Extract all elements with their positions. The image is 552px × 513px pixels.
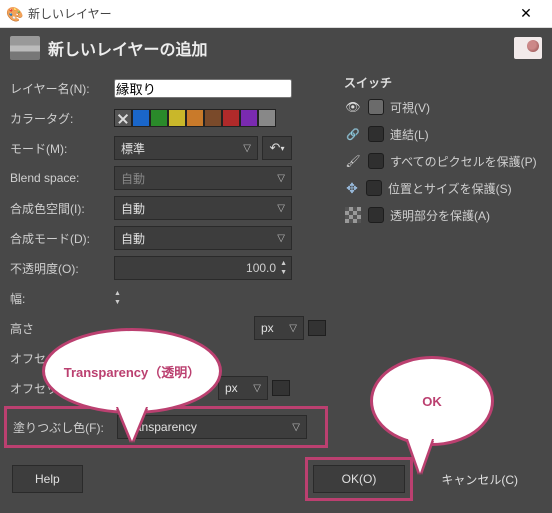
composite-space-label: 合成色空間(I): xyxy=(10,200,114,217)
protect-pixels-check[interactable] xyxy=(368,153,384,169)
linked-label: 連結(L) xyxy=(390,126,429,143)
protect-pos-check[interactable] xyxy=(366,180,382,196)
brush-icon xyxy=(344,152,362,170)
spin-down-icon[interactable]: ▼ xyxy=(280,269,287,277)
link-icon[interactable] xyxy=(308,320,326,336)
switches-title: スイッチ xyxy=(344,74,542,91)
swatch[interactable] xyxy=(132,109,150,127)
layer-name-input[interactable] xyxy=(114,79,292,98)
ok-button[interactable]: OK(O) xyxy=(313,465,406,493)
swatch[interactable] xyxy=(240,109,258,127)
height-unit-select[interactable]: px▽ xyxy=(254,316,304,340)
protect-alpha-label: 透明部分を保護(A) xyxy=(390,207,490,224)
callout-ok: OK xyxy=(370,356,494,446)
mode-reset-button[interactable]: ↶ ▾ xyxy=(262,136,292,160)
window-title: 新しいレイヤー xyxy=(28,5,506,22)
width-input[interactable]: ▲▼ xyxy=(114,290,234,307)
swatch[interactable] xyxy=(222,109,240,127)
protect-alpha-check[interactable] xyxy=(368,207,384,223)
color-tag-swatches[interactable] xyxy=(114,109,276,127)
blend-space-label: Blend space: xyxy=(10,171,114,185)
visible-label: 可視(V) xyxy=(390,99,430,116)
move-icon xyxy=(344,180,360,196)
app-icon: 🎨 xyxy=(6,6,22,22)
composite-space-select[interactable]: 自動▽ xyxy=(114,196,292,220)
dialog-title: 新しいレイヤーの追加 xyxy=(48,36,514,60)
checker-icon xyxy=(345,207,361,223)
offset-y-unit-select[interactable]: px▽ xyxy=(218,376,268,400)
blend-space-select[interactable]: 自動▽ xyxy=(114,166,292,190)
composite-mode-label: 合成モード(D): xyxy=(10,230,114,247)
thumbnail xyxy=(514,37,542,59)
help-button[interactable]: Help xyxy=(12,465,83,493)
cancel-button[interactable]: キャンセル(C) xyxy=(419,465,540,493)
linked-check[interactable] xyxy=(368,126,384,142)
mode-select[interactable]: 標準▽ xyxy=(114,136,258,160)
callout-transparency: Transparency（透明） xyxy=(42,328,222,414)
protect-pixels-label: すべてのピクセルを保護(P) xyxy=(390,153,537,170)
link-icon[interactable] xyxy=(272,380,290,396)
close-icon[interactable]: ✕ xyxy=(506,5,546,22)
opacity-label: 不透明度(O): xyxy=(10,260,114,277)
visible-check[interactable] xyxy=(368,99,384,115)
swatch[interactable] xyxy=(186,109,204,127)
swatch[interactable] xyxy=(150,109,168,127)
composite-mode-select[interactable]: 自動▽ xyxy=(114,226,292,250)
spin-up-icon[interactable]: ▲ xyxy=(280,260,287,268)
protect-pos-label: 位置とサイズを保護(S) xyxy=(388,180,512,197)
layer-name-label: レイヤー名(N): xyxy=(10,80,114,97)
chain-icon xyxy=(344,125,362,143)
swatch[interactable] xyxy=(204,109,222,127)
opacity-input[interactable]: 100.0 ▲▼ xyxy=(114,256,292,280)
mode-label: モード(M): xyxy=(10,140,114,157)
swatch[interactable] xyxy=(168,109,186,127)
layers-icon xyxy=(10,36,40,60)
eye-icon xyxy=(344,98,362,116)
swatch[interactable] xyxy=(258,109,276,127)
width-label: 幅: xyxy=(10,290,114,307)
fill-label: 塗りつぶし色(F): xyxy=(13,419,111,436)
color-tag-label: カラータグ: xyxy=(10,110,114,127)
swatch-none[interactable] xyxy=(114,109,132,127)
